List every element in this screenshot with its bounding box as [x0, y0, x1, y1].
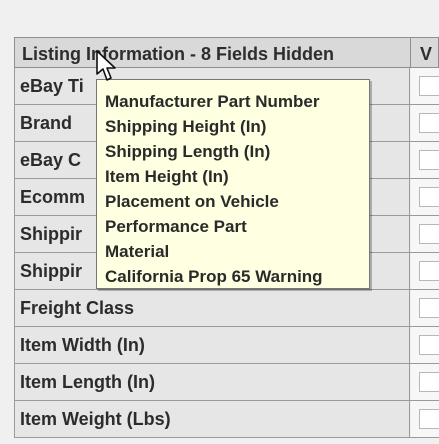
field-value-cell [411, 105, 439, 141]
table-row[interactable]: Freight Class [14, 290, 439, 327]
hidden-fields-tooltip: Manufacturer Part Number Shipping Height… [96, 79, 370, 289]
field-label: Item Width (In) [20, 335, 145, 355]
field-value-cell [411, 142, 439, 178]
field-label-cell: Item Weight (Lbs) [15, 401, 410, 437]
field-value-input[interactable] [419, 187, 439, 207]
tooltip-item: Manufacturer Part Number [105, 92, 320, 111]
field-value-cell [411, 364, 439, 400]
header-column-divider [410, 38, 411, 67]
top-strip [0, 0, 439, 37]
field-value-cell [411, 253, 439, 289]
tooltip-item: Performance Part [105, 217, 247, 236]
field-label: Item Weight (Lbs) [20, 409, 171, 429]
field-value-cell [411, 327, 439, 363]
field-value-input[interactable] [419, 372, 439, 392]
mouse-pointer-icon [96, 50, 116, 81]
field-label: eBay C [20, 150, 82, 170]
field-value-input[interactable] [419, 113, 439, 133]
field-value-input[interactable] [419, 224, 439, 244]
field-label-cell: Item Length (In) [15, 364, 410, 400]
field-value-input[interactable] [419, 150, 439, 170]
field-label: Shippir [20, 261, 82, 281]
field-value-input[interactable] [419, 261, 439, 281]
tooltip-item: Shipping Height (In) [105, 117, 267, 136]
table-row[interactable]: Item Length (In) [14, 364, 439, 401]
table-row[interactable]: Item Width (In) [14, 327, 439, 364]
field-label: Ecomm [20, 187, 86, 207]
tooltip-item: Shipping Length (In) [105, 142, 271, 161]
field-value-cell [411, 290, 439, 326]
field-value-cell [411, 401, 439, 437]
field-label: Shippir [20, 224, 82, 244]
tooltip-item: Placement on Vehicle [105, 192, 279, 211]
field-value-input[interactable] [419, 76, 439, 96]
tooltip-item: Item Height (In) [105, 167, 229, 186]
field-label: eBay Ti [20, 76, 84, 96]
table-row[interactable]: Item Weight (Lbs) [14, 401, 439, 438]
tooltip-item: Material [105, 242, 170, 261]
listing-information-header[interactable]: Listing Information - 8 Fields Hidden V [14, 37, 439, 68]
field-value-cell [411, 68, 439, 104]
field-label-cell: Item Width (In) [15, 327, 410, 363]
field-value-input[interactable] [419, 409, 439, 429]
field-label: Freight Class [20, 298, 135, 318]
field-label-cell: Freight Class [15, 290, 410, 326]
field-label: Brand [20, 113, 73, 133]
value-column-header: V [420, 44, 433, 64]
field-value-input[interactable] [419, 335, 439, 355]
field-label: Item Length (In) [20, 372, 155, 392]
field-value-cell [411, 216, 439, 252]
tooltip-item: California Prop 65 Warning [105, 267, 323, 286]
field-value-cell [411, 179, 439, 215]
field-value-input[interactable] [419, 298, 439, 318]
listing-information-title: Listing Information - 8 Fields Hidden [22, 44, 335, 64]
